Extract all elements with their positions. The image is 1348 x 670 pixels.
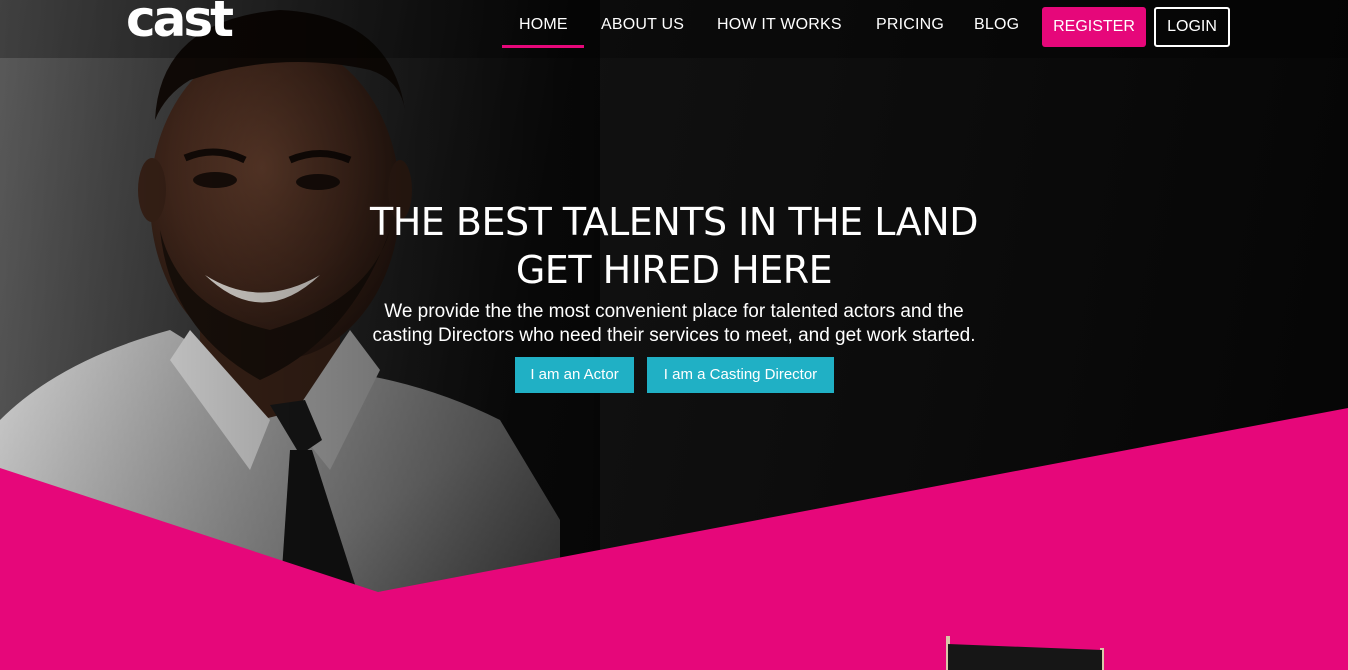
hero-headline: THE BEST TALENTS IN THE LAND GET HIRED H… (300, 198, 1048, 294)
nav-active-indicator (502, 45, 584, 48)
directors-chair-icon (946, 636, 1104, 670)
nav-home[interactable]: HOME (519, 16, 568, 38)
i-am-actor-button[interactable]: I am an Actor (515, 357, 634, 393)
login-button[interactable]: LOGIN (1154, 7, 1230, 47)
hero-subtext: We provide the the most convenient place… (300, 300, 1048, 348)
nav-blog[interactable]: BLOG (974, 16, 1019, 38)
hero-subtext-line1: We provide the the most convenient place… (384, 301, 964, 322)
nav-how-it-works[interactable]: HOW IT WORKS (717, 16, 842, 38)
nav-about-us[interactable]: ABOUT US (601, 16, 684, 38)
nav-pricing[interactable]: PRICING (876, 16, 944, 38)
main-nav: HOME ABOUT US HOW IT WORKS PRICING BLOG … (0, 0, 1348, 58)
i-am-casting-director-button[interactable]: I am a Casting Director (647, 357, 834, 393)
hero-headline-line1: THE BEST TALENTS IN THE LAND (370, 200, 978, 244)
register-button[interactable]: REGISTER (1042, 7, 1146, 47)
hero-headline-line2: GET HIRED HERE (515, 248, 833, 292)
hero-subtext-line2: casting Directors who need their service… (372, 325, 976, 346)
